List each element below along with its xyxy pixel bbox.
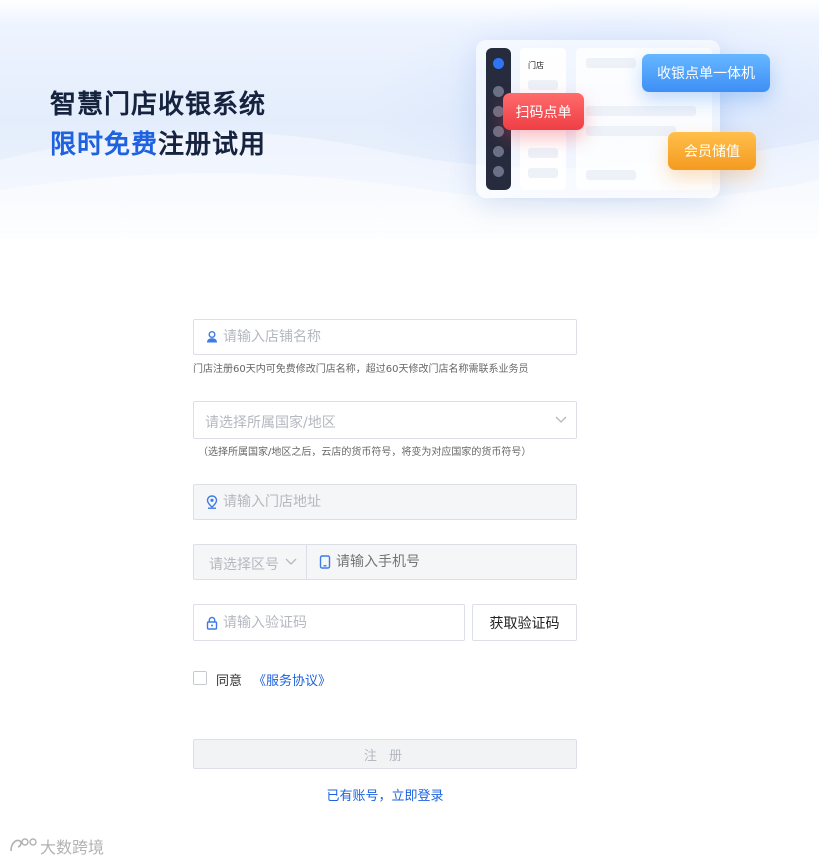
location-pin-icon <box>206 495 218 509</box>
hero-banner: 智慧门店收银系统 限时免费注册试用 门店 收银点单一体机 扫码点单 会员储值 <box>0 0 819 240</box>
mockup-home-icon <box>493 58 504 69</box>
mockup-row <box>528 80 558 90</box>
register-button[interactable]: 注 册 <box>193 739 577 769</box>
store-name-hint: 门店注册60天内可免费修改门店名称，超过60天修改门店名称需联系业务员 <box>193 364 529 375</box>
service-agreement-link[interactable]: 《服务协议》 <box>253 670 331 689</box>
phone-field-group: 请选择区号 <box>193 544 577 580</box>
phone-input[interactable] <box>336 545 566 579</box>
watermark-mark-icon <box>10 838 37 852</box>
agreement-label: 同意 <box>216 674 243 689</box>
mockup-row <box>586 106 696 116</box>
chevron-down-icon <box>285 558 297 565</box>
mockup-card-title: 门店 <box>528 61 544 70</box>
country-select-placeholder: 请选择所属国家/地区 <box>205 415 336 431</box>
get-verification-code-button[interactable]: 获取验证码 <box>472 604 577 641</box>
badge-scan-order: 扫码点单 <box>503 93 584 130</box>
agreement-checkbox[interactable] <box>193 671 207 685</box>
phone-icon <box>319 555 331 569</box>
mockup-nav-dot-icon <box>493 166 504 177</box>
badge-pos-all-in-one: 收银点单一体机 <box>642 54 770 92</box>
mockup-row <box>586 170 636 180</box>
mockup-row <box>586 58 636 68</box>
user-icon <box>207 331 217 343</box>
verification-code-field <box>193 604 465 641</box>
country-select[interactable]: 请选择所属国家/地区 <box>193 401 577 439</box>
badge-member-stored-value: 会员储值 <box>668 132 756 170</box>
headline-highlight: 限时免费 <box>50 130 159 160</box>
chevron-down-icon <box>555 416 567 423</box>
store-name-input[interactable] <box>223 320 543 354</box>
watermark-text: 大数跨境 <box>40 838 105 857</box>
store-address-input[interactable] <box>223 485 543 519</box>
country-hint: （选择所属国家/地区之后，云店的货币符号，将变为对应国家的货币符号） <box>198 447 532 458</box>
mockup-row <box>586 126 676 136</box>
headline-line-1: 智慧门店收银系统 <box>50 90 267 120</box>
verification-code-input[interactable] <box>223 605 453 640</box>
mockup-nav-dot-icon <box>493 126 504 137</box>
lock-icon <box>206 616 218 630</box>
login-link[interactable]: 已有账号，立即登录 <box>0 785 770 804</box>
area-code-select[interactable]: 请选择区号 <box>194 545 307 579</box>
mockup-row <box>528 168 558 178</box>
mockup-nav-dot-icon <box>493 86 504 97</box>
headline-line-2: 限时免费注册试用 <box>50 124 266 161</box>
area-code-placeholder: 请选择区号 <box>209 557 279 573</box>
mockup-row <box>528 148 558 158</box>
store-address-field <box>193 484 577 520</box>
headline-rest: 注册试用 <box>158 130 267 160</box>
mockup-nav-dot-icon <box>493 146 504 157</box>
store-name-field <box>193 319 577 355</box>
watermark-logo: 大数跨境 <box>8 834 104 858</box>
